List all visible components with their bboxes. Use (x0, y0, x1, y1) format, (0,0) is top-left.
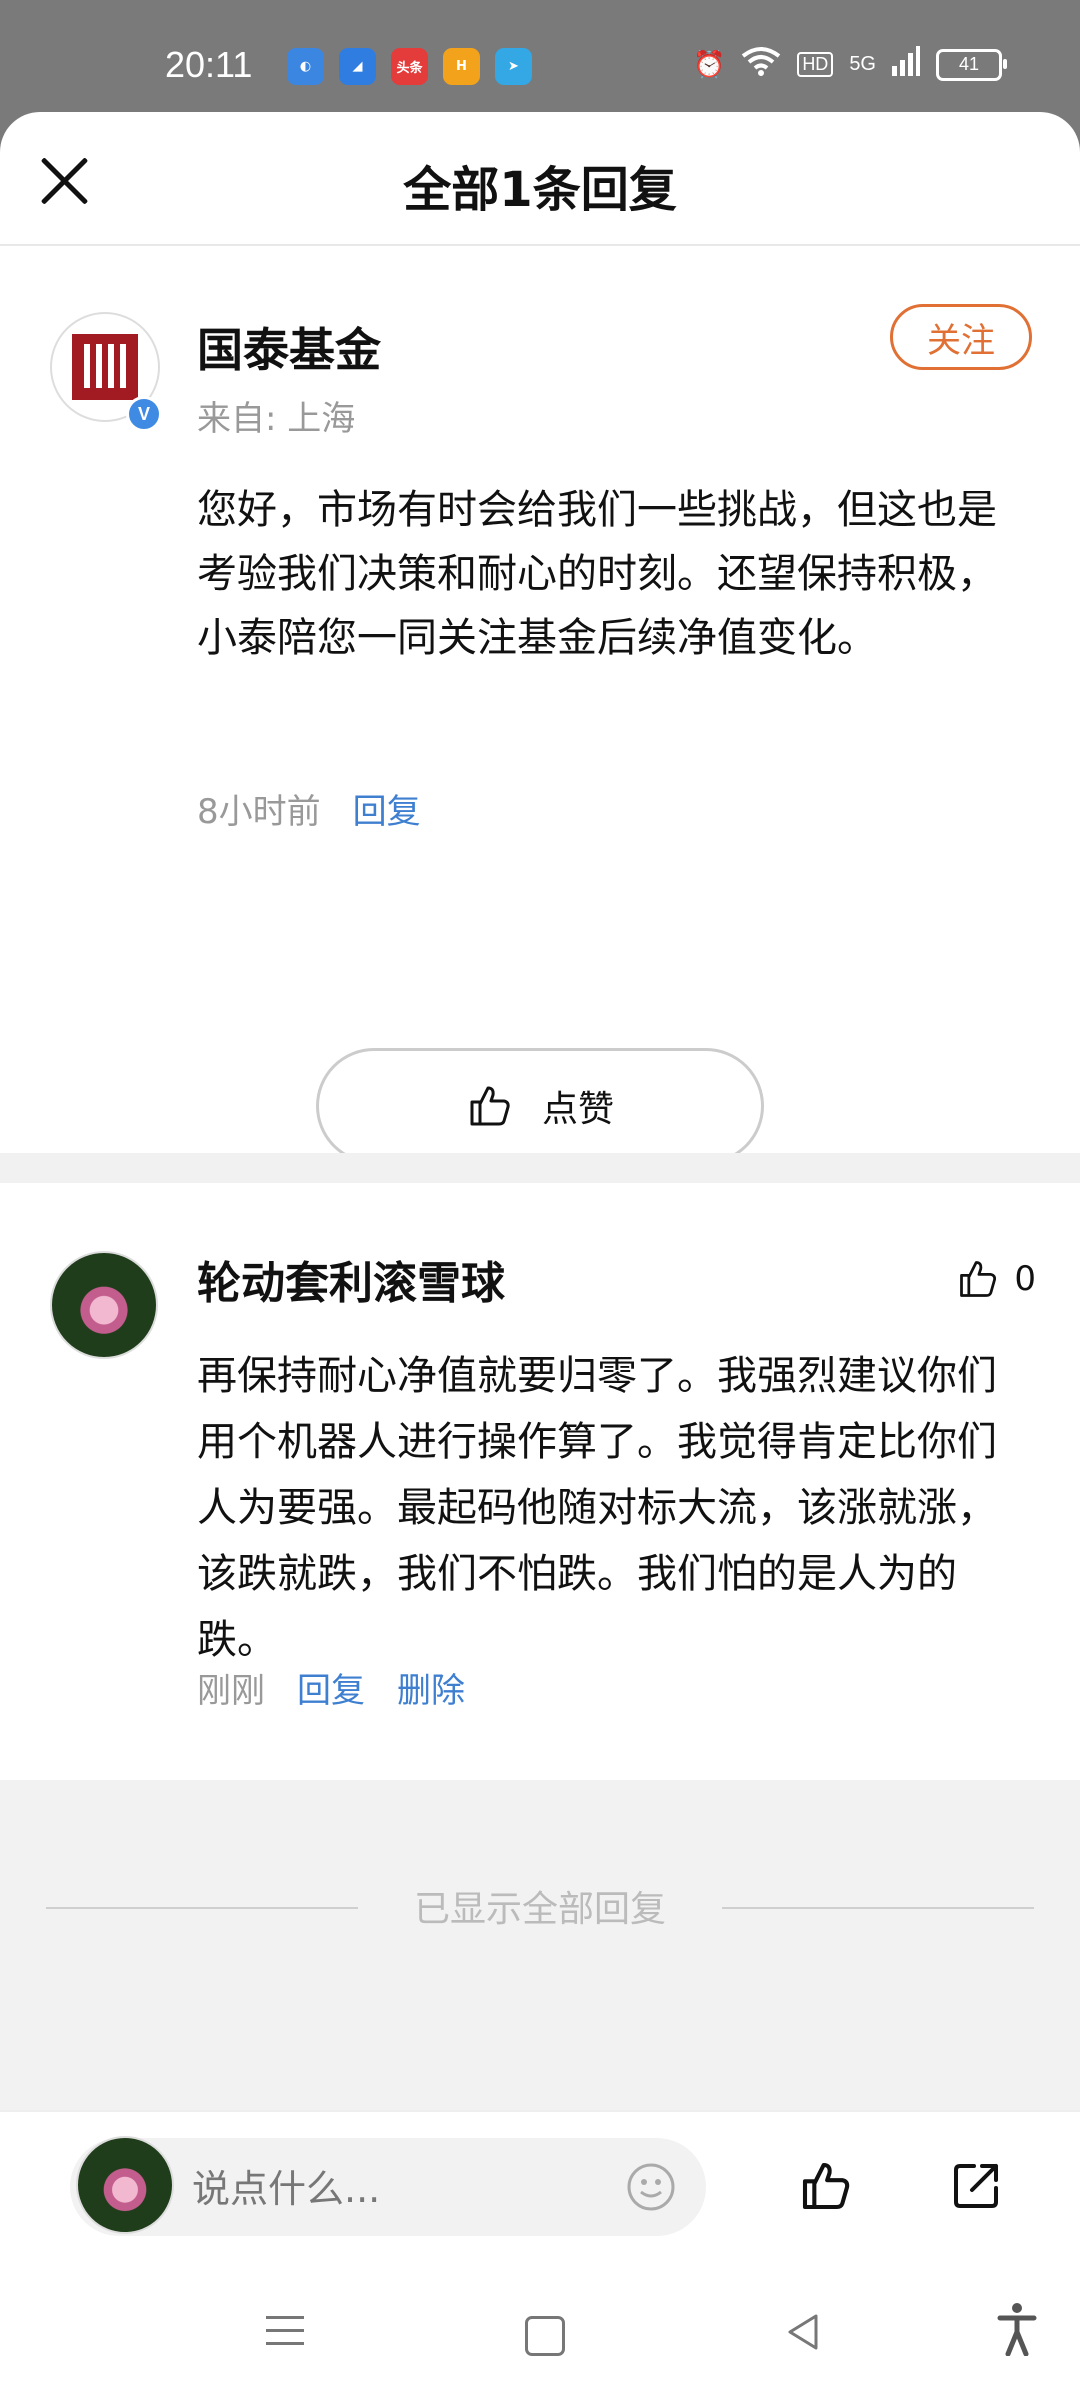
wifi-icon (741, 46, 781, 83)
toutiao-app-icon: 头条 (391, 48, 428, 85)
comment-meta: 8小时前 回复 (197, 784, 421, 833)
follow-button[interactable]: 关注 (890, 304, 1032, 370)
hd-icon: HD (797, 52, 834, 77)
thumbs-up-icon (470, 1086, 510, 1126)
blue-app-icon: ◢ (339, 48, 376, 85)
send-app-icon: ➤ (495, 48, 532, 85)
reply-sheet: 全部1条回复 V 国泰基金 来自: 上海 关注 您好，市场有时会给我们一些挑战，… (0, 112, 1080, 2400)
reply-link[interactable]: 回复 (353, 784, 421, 833)
screen: 20:11 ◐ ◢ 头条 H ➤ ⏰ HD 5G 41 全部1条回复 V 国泰基… (0, 0, 1080, 2400)
main-comment: V 国泰基金 来自: 上海 关注 您好，市场有时会给我们一些挑战，但这也是考验我… (0, 246, 1080, 1164)
signal-5g-icon: 5G (849, 53, 876, 75)
battery-icon: 41 (936, 48, 1007, 81)
like-label: 点赞 (541, 1089, 614, 1130)
author-location: 来自: 上海 (197, 399, 356, 439)
sheet-title: 全部1条回复 (403, 162, 677, 218)
orange-app-icon: H (443, 48, 480, 85)
alarm-icon: ⏰ (692, 49, 726, 79)
signal-bars-icon (892, 46, 920, 83)
verified-badge-icon: V (126, 396, 162, 432)
like-button[interactable]: 点赞 (316, 1048, 764, 1164)
status-bar: 20:11 ◐ ◢ 头条 H ➤ ⏰ HD 5G 41 (0, 0, 1080, 112)
sheet-header: 全部1条回复 (0, 112, 1080, 246)
notification-app-icons: ◐ ◢ 头条 H ➤ (287, 48, 532, 85)
comment-text: 您好，市场有时会给我们一些挑战，但这也是考验我们决策和耐心的时刻。还望保持积极，… (197, 487, 997, 661)
status-time: 20:11 (165, 44, 253, 85)
status-indicators: ⏰ HD 5G 41 (692, 46, 1007, 83)
browser-app-icon: ◐ (287, 48, 324, 85)
comment-time: 8小时前 (197, 792, 321, 832)
guotai-logo (72, 334, 138, 400)
author-name[interactable]: 国泰基金 (197, 314, 381, 380)
